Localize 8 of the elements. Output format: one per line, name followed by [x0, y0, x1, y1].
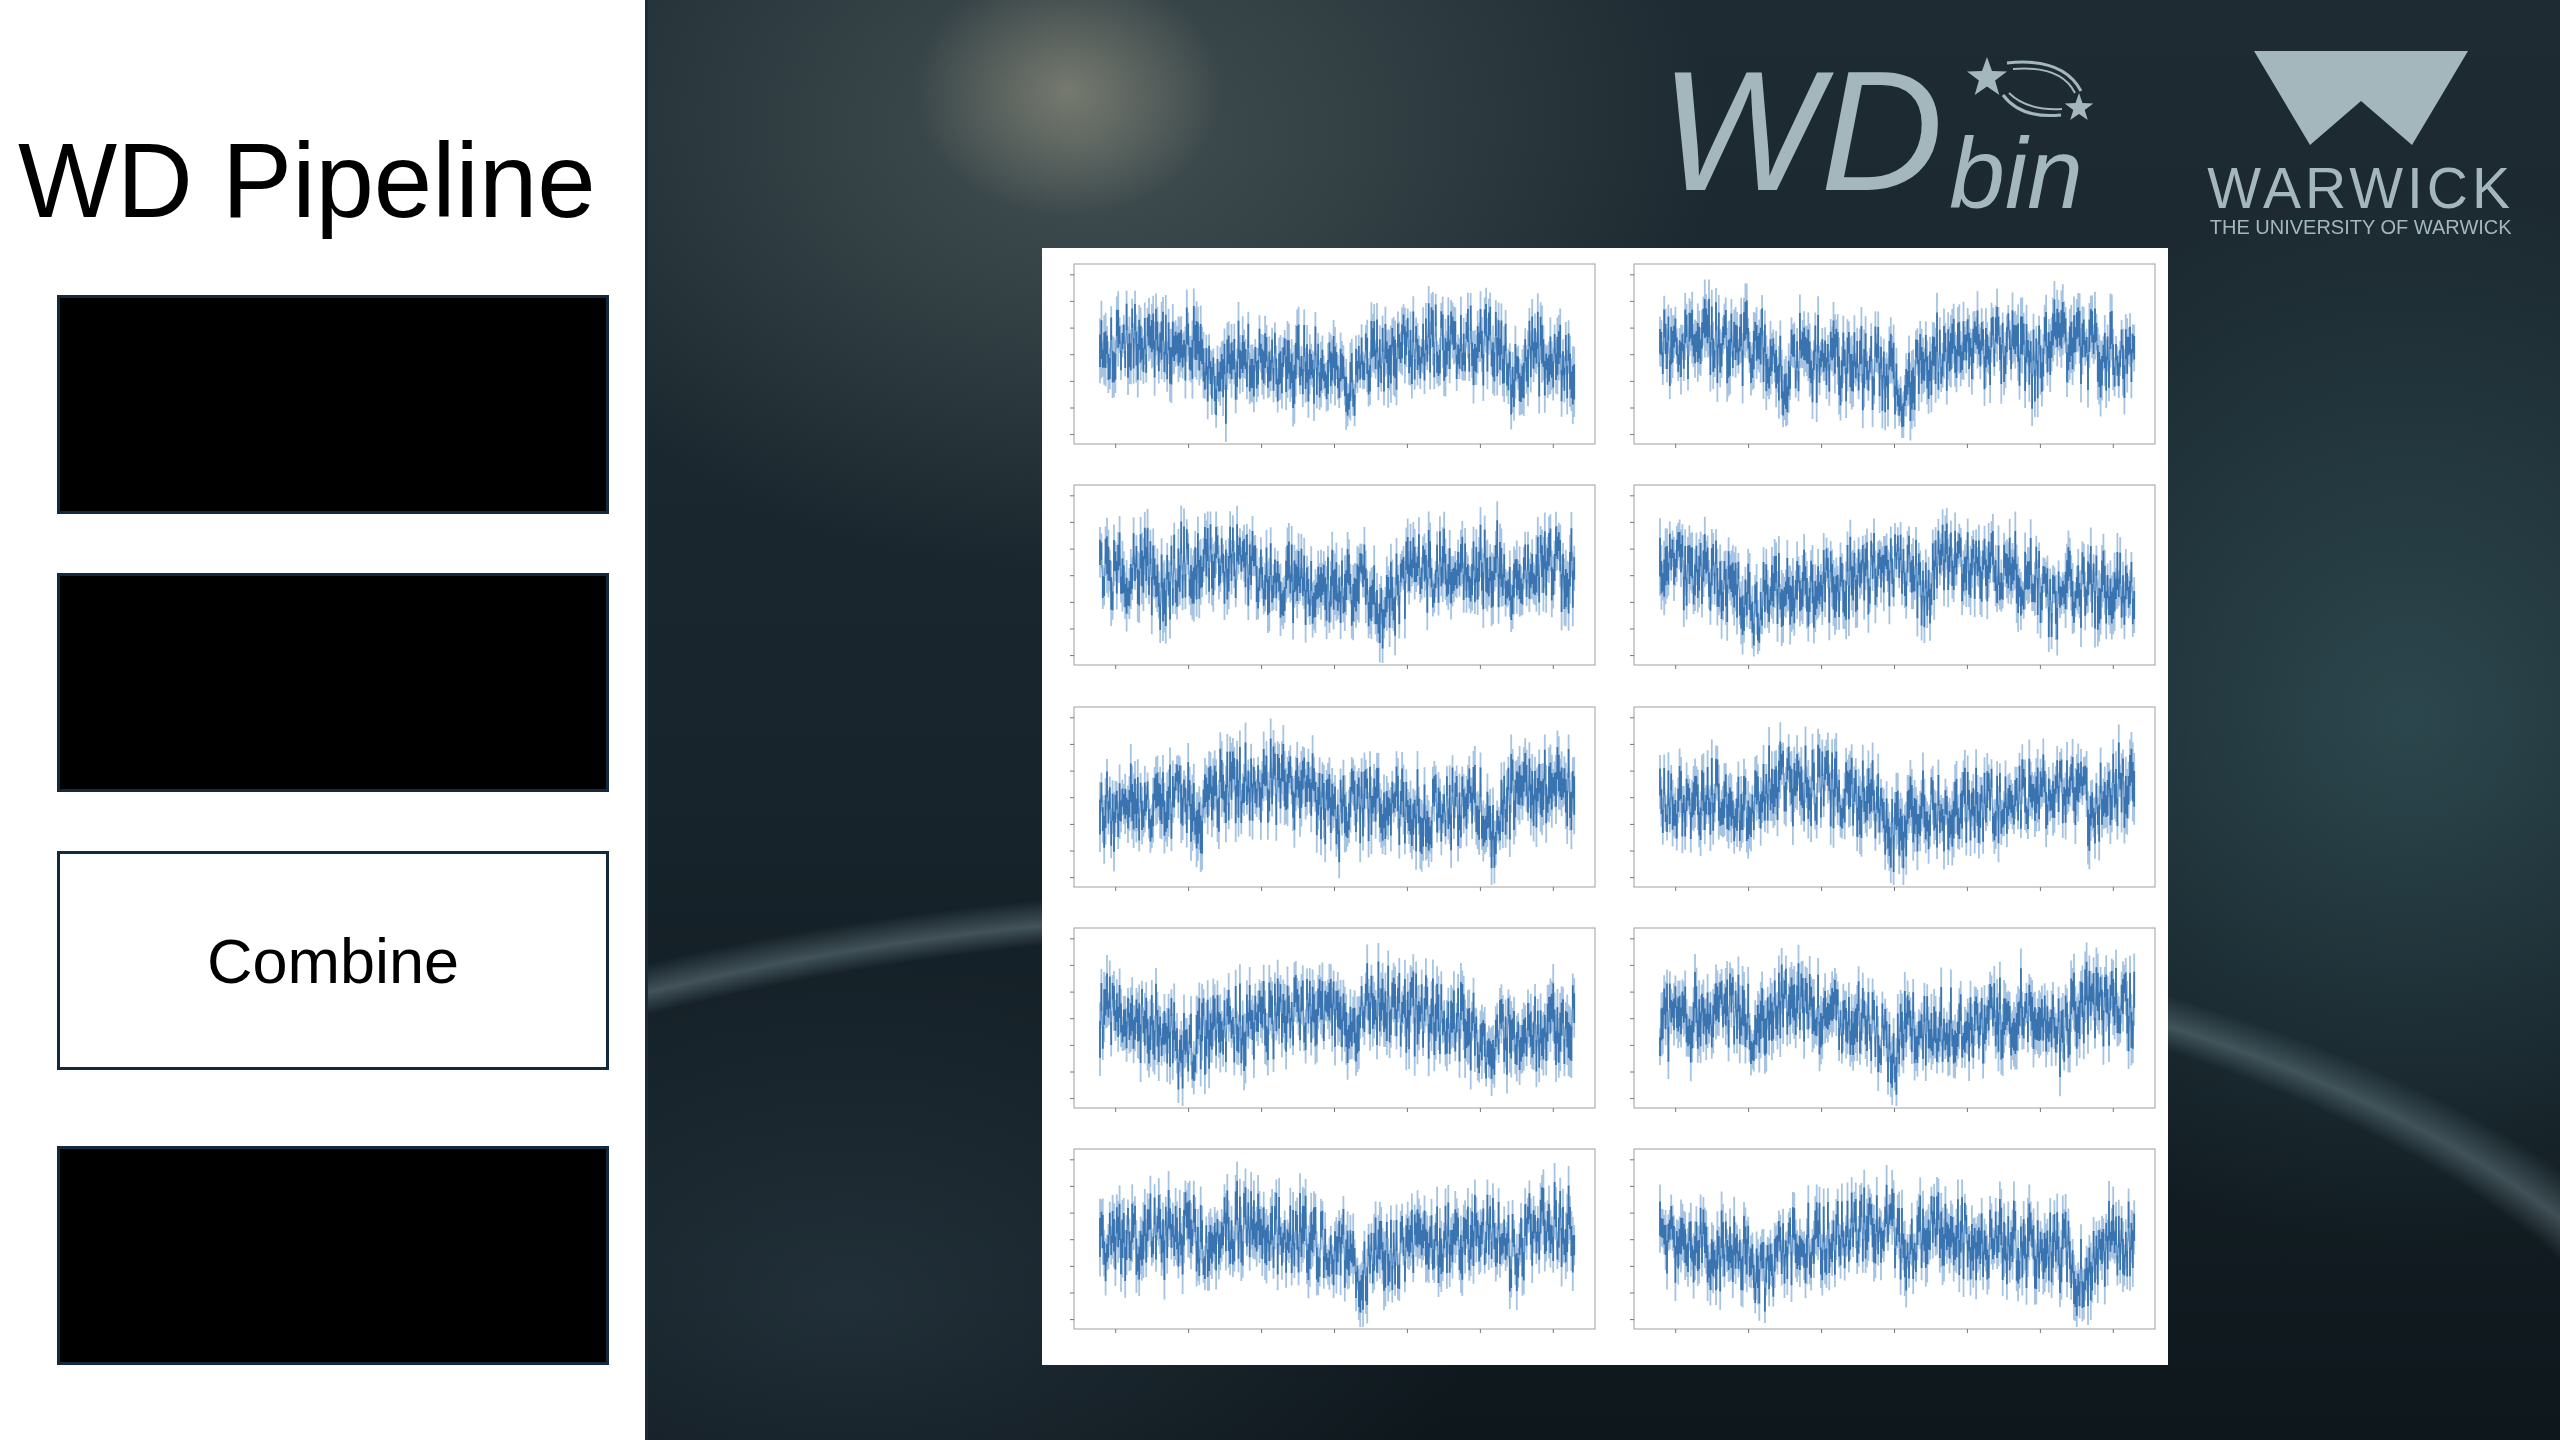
w-shape-icon	[2253, 51, 2468, 145]
logo-wordmark: WARWICK	[2207, 160, 2514, 217]
logo-suffix: bin	[1949, 123, 2084, 223]
stars-with-arcs-icon	[1965, 57, 2096, 123]
logo-tagline: THE UNIVERSITY OF WARWICK	[2209, 217, 2512, 237]
logo-wordmark: WD	[1660, 46, 1945, 216]
slide-title: WD Pipeline	[18, 121, 596, 241]
step-card: Combine	[57, 851, 609, 1070]
